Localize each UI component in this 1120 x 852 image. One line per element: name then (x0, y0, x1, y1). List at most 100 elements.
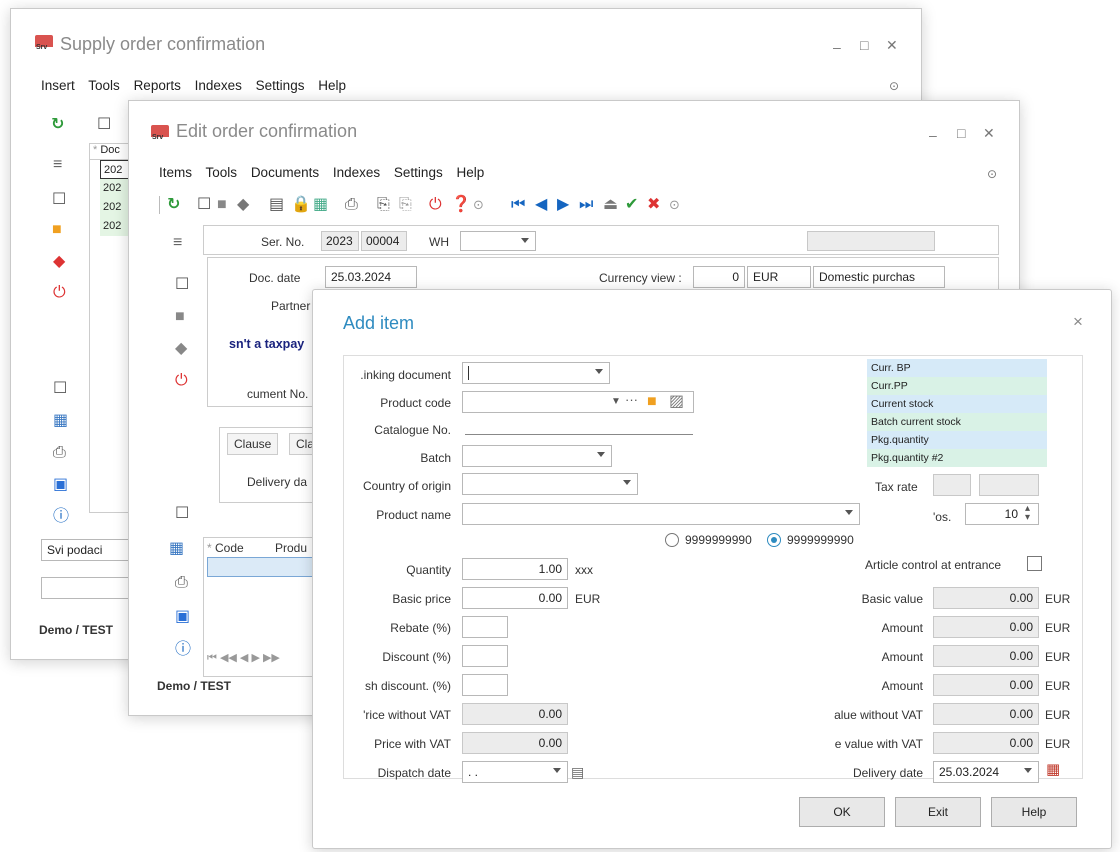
rebate-field[interactable] (462, 616, 508, 638)
menu-tools[interactable]: Tools (88, 78, 120, 93)
currency-view-amount[interactable]: 0 (693, 266, 745, 288)
card-icon[interactable]: ▣ (175, 609, 190, 625)
collapse-icon[interactable]: ⊙ (473, 197, 484, 213)
menu-indexes[interactable]: Indexes (333, 165, 380, 180)
maximize-button[interactable]: □ (957, 125, 965, 141)
search-grid-icon[interactable]: ▦ (53, 413, 68, 429)
country-of-origin-select[interactable] (462, 473, 638, 495)
article-control-checkbox[interactable] (1027, 556, 1042, 571)
eject-icon[interactable]: ⏏ (603, 197, 618, 213)
maximize-button[interactable]: □ (860, 37, 868, 53)
power-icon[interactable]: ⏻ (53, 285, 66, 301)
last-record-icon[interactable]: ⏭ (579, 197, 593, 213)
add-icon[interactable]: ☐ (175, 506, 189, 522)
catalogue-no-field[interactable] (465, 434, 693, 435)
currency-view-code[interactable]: EUR (747, 266, 811, 288)
folder-icon[interactable]: ■ (217, 197, 227, 213)
stepper-icon[interactable]: ▴ ▾ (1025, 504, 1030, 523)
hamburger-icon[interactable]: ≡ (53, 157, 62, 173)
expand-icon[interactable]: ⊙ (669, 197, 680, 213)
info-icon[interactable]: ⓘ (175, 642, 191, 658)
batch-select[interactable] (462, 445, 612, 467)
folder-icon[interactable]: ■ (52, 222, 62, 238)
exit-button[interactable]: Exit (895, 797, 981, 827)
menu-help[interactable]: Help (456, 165, 484, 180)
eraser-icon[interactable]: ◆ (175, 341, 187, 357)
close-button[interactable]: ✕ (983, 125, 995, 142)
grid-selected-row[interactable] (207, 557, 313, 577)
basic-price-field[interactable]: 0.00 (462, 587, 568, 609)
lock-icon[interactable]: 🔒 (291, 197, 311, 213)
ok-button[interactable]: OK (799, 797, 885, 827)
dispatch-date-field[interactable]: . . (462, 761, 568, 783)
help-button[interactable]: Help (991, 797, 1077, 827)
eraser-icon[interactable]: ◆ (237, 197, 249, 213)
calculator-icon[interactable]: ▤ (269, 197, 284, 213)
refresh-icon[interactable]: ↻ (51, 117, 64, 133)
calculator-icon[interactable]: ▤ (571, 764, 584, 780)
minimize-button[interactable]: – (929, 127, 937, 143)
wh-select[interactable] (460, 231, 536, 251)
menu-documents[interactable]: Documents (251, 165, 319, 180)
folder-icon[interactable]: ■ (175, 309, 185, 325)
search-grid-icon[interactable]: ▦ (169, 541, 184, 557)
grid-icon[interactable]: ▦ (313, 197, 328, 213)
ellipsis-icon[interactable]: ··· (625, 392, 638, 408)
menu-indexes[interactable]: Indexes (195, 78, 242, 93)
new-icon[interactable]: ☐ (197, 197, 211, 213)
chevron-down-icon[interactable]: ▼ (611, 394, 621, 410)
menu-help[interactable]: Help (318, 78, 346, 93)
radio-option-2[interactable] (767, 533, 781, 547)
linking-document-select[interactable] (462, 362, 610, 384)
product-code-field[interactable] (462, 391, 694, 413)
menu-tools[interactable]: Tools (206, 165, 238, 180)
delivery-date-field[interactable]: 25.03.2024 (933, 761, 1039, 783)
cash-discount-field[interactable] (462, 674, 508, 696)
menu-reports[interactable]: Reports (134, 78, 181, 93)
print-icon[interactable]: ⎙ (53, 445, 66, 461)
folder-icon[interactable]: ■ (647, 394, 657, 410)
filter-input[interactable] (41, 577, 137, 599)
new-icon[interactable]: ☐ (175, 277, 189, 293)
close-icon[interactable]: × (1073, 312, 1083, 332)
filter-select[interactable]: Svi podaci (41, 539, 137, 561)
quantity-field[interactable]: 1.00 (462, 558, 568, 580)
paste-icon[interactable]: ⎘ (399, 197, 412, 213)
new-document-icon[interactable]: ☐ (97, 117, 111, 133)
menu-settings[interactable]: Settings (256, 78, 305, 93)
hamburger-icon[interactable]: ≡ (173, 235, 182, 251)
collapse-icon[interactable]: ⊙ (987, 167, 997, 181)
collapse-icon[interactable]: ⊙ (889, 79, 899, 93)
grid-nav[interactable]: ⏮ ◀◀ ◀ ▶ ▶▶ (207, 651, 280, 665)
print-icon[interactable]: ⎙ (175, 575, 188, 591)
power-icon[interactable]: ⏻ (429, 197, 442, 213)
add-icon[interactable]: ☐ (53, 381, 67, 397)
minimize-button[interactable]: – (833, 39, 841, 55)
purchase-type-select[interactable]: Domestic purchas (813, 266, 945, 288)
power-icon[interactable]: ⏻ (175, 373, 188, 389)
next-record-icon[interactable]: ▶ (557, 197, 569, 213)
print-icon[interactable]: ⎙ (345, 197, 358, 213)
tab-clause[interactable]: Clause (227, 433, 279, 455)
new-icon[interactable]: ☐ (52, 192, 66, 208)
calendar-icon[interactable]: ▦ (1046, 762, 1060, 778)
doc-date-field[interactable]: 25.03.2024 (325, 266, 417, 288)
close-button[interactable]: ✕ (886, 37, 898, 54)
menu-insert[interactable]: Insert (41, 78, 75, 93)
cancel-icon[interactable]: ✖ (647, 197, 660, 213)
radio-option-1[interactable] (665, 533, 679, 547)
menu-settings[interactable]: Settings (394, 165, 443, 180)
refresh-icon[interactable]: ↻ (167, 197, 180, 213)
menu-items[interactable]: Items (159, 165, 192, 180)
boxes-icon[interactable]: ▨ (669, 394, 684, 410)
product-name-select[interactable] (462, 503, 860, 525)
first-record-icon[interactable]: ⏮ (511, 197, 525, 213)
info-icon[interactable]: ⓘ (53, 509, 69, 525)
discount-field[interactable] (462, 645, 508, 667)
help-icon[interactable]: ❓ (451, 197, 471, 213)
prev-record-icon[interactable]: ◀ (535, 197, 547, 213)
copy-icon[interactable]: ⎘ (377, 197, 390, 213)
confirm-icon[interactable]: ✔ (625, 197, 638, 213)
eraser-icon[interactable]: ◆ (53, 254, 65, 270)
card-icon[interactable]: ▣ (53, 477, 68, 493)
